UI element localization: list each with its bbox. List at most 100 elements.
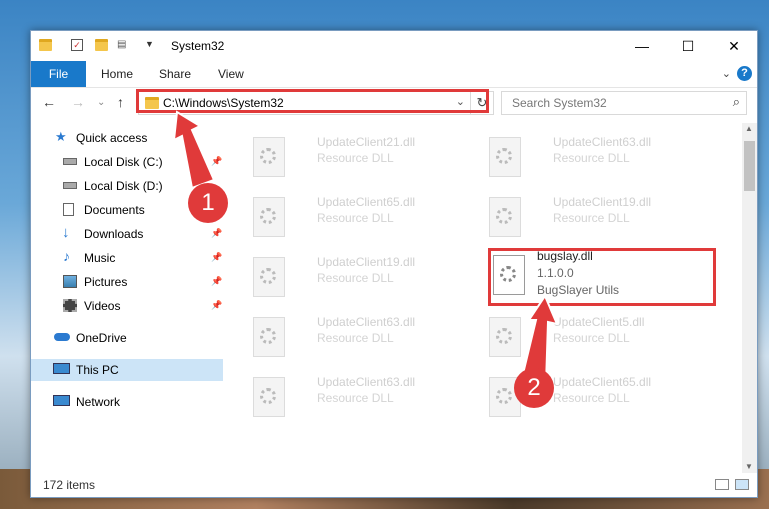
sidebar-item-network[interactable]: Network <box>31 391 223 413</box>
file-description: Resource DLL <box>317 391 394 405</box>
scroll-thumb[interactable] <box>744 141 755 191</box>
sidebar-item-videos[interactable]: Videos 📌 <box>31 295 223 317</box>
file-description: Resource DLL <box>317 211 394 225</box>
maximize-button[interactable]: ☐ <box>665 31 711 61</box>
tab-view[interactable]: View <box>218 61 244 87</box>
search-icon[interactable]: ⌕ <box>733 94 740 110</box>
folder-icon <box>39 39 52 51</box>
dll-file-icon <box>253 377 285 417</box>
back-arrow-icon[interactable]: ← <box>42 94 56 110</box>
dll-file-icon <box>253 137 285 177</box>
title-bar: ✓ ▤ ▼ System32 — ☐ ✕ <box>31 31 757 61</box>
step-1-badge: 1 <box>188 183 228 223</box>
details-view-icon[interactable] <box>715 479 729 490</box>
file-tile[interactable]: UpdateClient63.dll Resource DLL <box>483 129 713 179</box>
new-folder-icon[interactable] <box>95 39 108 51</box>
help-icon[interactable]: ? <box>737 66 752 81</box>
file-tile[interactable]: UpdateClient65.dll Resource DLL <box>247 189 477 239</box>
sidebar-item-pictures[interactable]: Pictures 📌 <box>31 271 223 293</box>
customize-qat-icon[interactable]: ▤ <box>117 39 131 50</box>
address-highlight-box <box>136 89 489 113</box>
dll-file-icon <box>489 317 521 357</box>
tab-share[interactable]: Share <box>159 61 191 87</box>
sidebar-item-onedrive[interactable]: OneDrive <box>31 327 223 349</box>
sidebar-item-label: Pictures <box>84 275 128 289</box>
window-title: System32 <box>171 39 225 53</box>
network-icon <box>53 395 70 406</box>
sidebar-item-label: This PC <box>76 363 119 377</box>
vertical-scrollbar[interactable]: ▲ ▼ <box>742 123 757 473</box>
tab-file[interactable]: File <box>31 61 86 87</box>
close-button[interactable]: ✕ <box>711 31 757 61</box>
drive-icon <box>63 158 77 165</box>
sidebar-item-music[interactable]: ♪ Music 📌 <box>31 247 223 269</box>
pin-icon[interactable]: 📌 <box>211 156 222 167</box>
ribbon-tabs: File Home Share View ⌄ ? <box>31 61 757 88</box>
pictures-icon <box>63 275 77 288</box>
pin-icon[interactable]: 📌 <box>211 276 222 287</box>
sidebar-item-label: Downloads <box>84 227 144 241</box>
navigation-pane: ★ Quick access Local Disk (C:) 📌 Local D… <box>31 123 227 473</box>
file-description: Resource DLL <box>317 331 394 345</box>
expand-ribbon-icon[interactable]: ⌄ <box>722 67 731 80</box>
file-name: UpdateClient63.dll <box>317 315 416 329</box>
search-placeholder: Search System32 <box>512 96 607 110</box>
sidebar-item-label: Music <box>84 251 116 265</box>
sidebar-item-local-disk-c[interactable]: Local Disk (C:) 📌 <box>31 151 223 173</box>
recent-locations-icon[interactable]: ⌄ <box>97 97 105 108</box>
sidebar-item-label: Network <box>76 395 121 409</box>
file-name: UpdateClient21.dll <box>317 135 416 149</box>
scroll-up-icon[interactable]: ▲ <box>745 124 753 133</box>
dll-file-icon <box>253 317 285 357</box>
file-description: Resource DLL <box>553 331 630 345</box>
chevron-down-icon[interactable]: ▼ <box>145 39 158 51</box>
minimize-button[interactable]: — <box>619 31 665 61</box>
step-2-badge: 2 <box>514 368 554 408</box>
file-tile[interactable]: UpdateClient63.dll Resource DLL <box>247 369 477 419</box>
navigation-bar: ← → ⌄ ↑ C:\Windows\System32 ⌄ ↻ Search S… <box>31 88 757 118</box>
up-arrow-icon[interactable]: ↑ <box>117 94 124 110</box>
file-tile[interactable]: UpdateClient19.dll Resource DLL <box>483 189 713 239</box>
drive-icon <box>63 182 77 189</box>
sidebar-item-label: Local Disk (D:) <box>84 179 163 193</box>
search-input[interactable]: Search System32 ⌕ <box>501 91 747 115</box>
sidebar-item-quick-access[interactable]: ★ Quick access <box>31 127 223 149</box>
star-icon: ★ <box>55 129 67 144</box>
pin-icon[interactable]: 📌 <box>211 228 222 239</box>
file-description: Resource DLL <box>553 391 630 405</box>
file-explorer-window: ✓ ▤ ▼ System32 — ☐ ✕ File Home Share Vie… <box>30 30 758 498</box>
dll-file-icon <box>253 257 285 297</box>
file-name: UpdateClient65.dll <box>317 195 416 209</box>
sidebar-item-label: Local Disk (C:) <box>84 155 163 169</box>
download-icon: ↓ <box>62 224 70 241</box>
file-tile[interactable]: UpdateClient21.dll Resource DLL <box>247 129 477 179</box>
file-description: Resource DLL <box>553 151 630 165</box>
file-name: UpdateClient5.dll <box>553 315 645 329</box>
documents-icon <box>63 203 74 216</box>
file-name: UpdateClient63.dll <box>553 135 652 149</box>
computer-icon <box>53 363 70 374</box>
file-description: Resource DLL <box>317 151 394 165</box>
file-name: UpdateClient19.dll <box>553 195 652 209</box>
forward-arrow-icon[interactable]: → <box>71 94 85 110</box>
sidebar-item-this-pc[interactable]: This PC <box>31 359 223 381</box>
file-tile[interactable]: UpdateClient5.dll Resource DLL <box>483 309 713 359</box>
file-highlight-box <box>488 248 716 306</box>
dll-file-icon <box>253 197 285 237</box>
tab-home[interactable]: Home <box>101 61 133 87</box>
file-tile[interactable]: UpdateClient19.dll Resource DLL <box>247 249 477 299</box>
properties-icon[interactable]: ✓ <box>71 39 83 51</box>
scroll-down-icon[interactable]: ▼ <box>745 462 753 471</box>
sidebar-item-label: Quick access <box>76 131 148 145</box>
pin-icon[interactable]: 📌 <box>211 252 222 263</box>
sidebar-item-label: Documents <box>84 203 145 217</box>
cloud-icon <box>54 333 70 341</box>
sidebar-item-downloads[interactable]: ↓ Downloads 📌 <box>31 223 223 245</box>
file-tile[interactable]: UpdateClient63.dll Resource DLL <box>247 309 477 359</box>
large-icons-view-icon[interactable] <box>735 479 749 490</box>
file-description: Resource DLL <box>553 211 630 225</box>
pin-icon[interactable]: 📌 <box>211 300 222 311</box>
file-description: Resource DLL <box>317 271 394 285</box>
file-name: UpdateClient65.dll <box>553 375 652 389</box>
file-name: UpdateClient63.dll <box>317 375 416 389</box>
